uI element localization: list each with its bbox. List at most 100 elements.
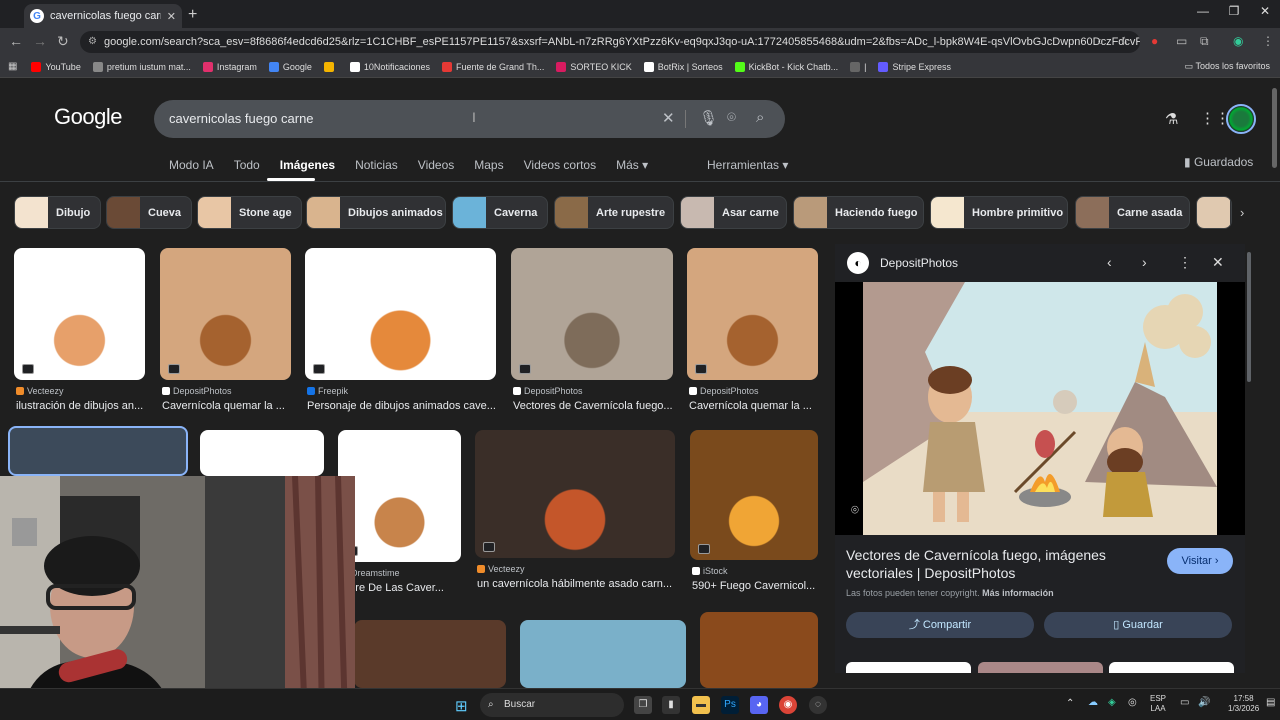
bookmark-item[interactable]: Fuente de Grand Th...: [441, 61, 544, 72]
clear-search-icon[interactable]: ✕: [662, 109, 675, 127]
result-thumbnail[interactable]: [690, 430, 818, 560]
tab-0[interactable]: Modo IA: [169, 158, 214, 172]
tab-2[interactable]: Imágenes: [280, 158, 335, 172]
result-caption[interactable]: Vectores de Cavernícola fuego...: [513, 400, 683, 412]
chip-1[interactable]: Cueva: [106, 196, 192, 229]
search-icon[interactable]: ⌕: [756, 109, 764, 126]
image-result[interactable]: DepositPhotos Cavernícola quemar la ...: [687, 248, 818, 420]
image-result[interactable]: [354, 620, 506, 688]
bookmark-item[interactable]: KickBot - Kick Chatb...: [734, 61, 838, 72]
image-result[interactable]: Vecteezy un cavernícola hábilmente asado …: [475, 430, 675, 598]
chip-4[interactable]: Caverna: [452, 196, 548, 229]
tab-3[interactable]: Noticias: [355, 158, 398, 172]
panel-title[interactable]: Vectores de Cavernícola fuego, imágenes …: [846, 546, 1146, 582]
preview-image[interactable]: [835, 282, 1245, 535]
result-caption[interactable]: Personaje de dibujos animados cave...: [307, 400, 506, 412]
menu-icon[interactable]: ⋮: [1262, 34, 1274, 48]
extension-icon[interactable]: ▭: [1176, 34, 1187, 48]
all-bookmarks[interactable]: ▭ Todos los favoritos: [1185, 61, 1270, 72]
result-source[interactable]: DepositPhotos: [513, 386, 583, 396]
chip-0[interactable]: Dibujo: [14, 196, 101, 229]
lens-search-icon[interactable]: ⌾: [851, 502, 869, 520]
app-icon[interactable]: ◌: [809, 696, 827, 714]
forward-icon[interactable]: →: [33, 33, 47, 49]
saved-button[interactable]: ▮ Guardados: [1184, 155, 1253, 169]
extension-icon[interactable]: ●: [1151, 34, 1158, 48]
lens-camera-icon[interactable]: ⌾: [727, 109, 736, 126]
task-view-icon[interactable]: ❐: [634, 696, 652, 714]
save-button[interactable]: ▯ Guardar: [1044, 612, 1232, 638]
bookmark-item[interactable]: |: [850, 61, 866, 72]
tab-1[interactable]: Todo: [234, 158, 260, 172]
windows-start-icon[interactable]: ⊞: [455, 697, 468, 715]
chevron-up-icon[interactable]: ⌃: [1066, 698, 1074, 709]
image-result[interactable]: [8, 426, 188, 476]
image-result[interactable]: [200, 430, 324, 476]
tray-icon[interactable]: ☁: [1088, 697, 1098, 708]
account-avatar[interactable]: [1226, 104, 1256, 134]
minimize-icon[interactable]: —: [1188, 4, 1218, 18]
system-clock[interactable]: 17:58 1/3/2026: [1228, 694, 1259, 714]
bookmark-item[interactable]: Instagram: [202, 61, 257, 72]
chrome-icon[interactable]: ◉: [779, 696, 797, 714]
apps-grid-icon[interactable]: ▦: [8, 61, 17, 72]
address-bar[interactable]: ⚙ google.com/search?sca_esv=8f8686f4edcd…: [80, 31, 1140, 53]
chip-overflow[interactable]: [1196, 196, 1232, 229]
result-thumbnail[interactable]: [305, 248, 496, 380]
related-image-thumb[interactable]: [846, 662, 971, 673]
bookmark-item[interactable]: [323, 61, 338, 72]
file-explorer-icon[interactable]: ▬: [692, 696, 710, 714]
volume-icon[interactable]: 🔊: [1198, 697, 1210, 708]
taskbar-search[interactable]: ⌕ Buscar: [480, 693, 624, 717]
app-icon[interactable]: ▮: [662, 696, 680, 714]
image-result[interactable]: Vecteezy ilustración de dibujos an...: [14, 248, 145, 420]
result-caption[interactable]: mbre De Las Caver...: [340, 582, 471, 594]
chip-2[interactable]: Stone age: [197, 196, 302, 229]
result-source[interactable]: DepositPhotos: [689, 386, 759, 396]
chip-8[interactable]: Hombre primitivo: [930, 196, 1068, 229]
bookmark-item[interactable]: Stripe Express: [878, 61, 951, 72]
extensions-puzzle-icon[interactable]: ⧉: [1200, 34, 1209, 49]
search-input[interactable]: cavernicolas fuego carne Ι ✕ 🎙 ⌾ ⌕: [154, 100, 785, 138]
bookmark-item[interactable]: 10Notificaciones: [349, 61, 430, 72]
result-source[interactable]: iStock: [692, 566, 728, 576]
related-image-thumb[interactable]: [978, 662, 1103, 673]
panel-scrollbar[interactable]: [1247, 252, 1251, 382]
page-scrollbar[interactable]: [1272, 88, 1277, 168]
image-result[interactable]: DepositPhotos Vectores de Cavernícola fue…: [511, 248, 673, 420]
chip-3[interactable]: Dibujos animados: [306, 196, 446, 229]
result-thumbnail[interactable]: [160, 248, 291, 380]
chevron-right-icon[interactable]: ›: [1240, 205, 1244, 220]
notifications-icon[interactable]: ▤: [1266, 697, 1275, 708]
tab-4[interactable]: Videos: [418, 158, 454, 172]
more-info-link[interactable]: Más información: [982, 588, 1054, 598]
result-caption[interactable]: ilustración de dibujos an...: [16, 400, 155, 412]
result-source[interactable]: DepositPhotos: [162, 386, 232, 396]
google-logo[interactable]: Google: [54, 104, 122, 130]
result-thumbnail[interactable]: [475, 430, 675, 558]
close-panel-icon[interactable]: ✕: [1212, 254, 1224, 271]
chevron-right-icon[interactable]: ›: [1142, 254, 1147, 270]
chip-5[interactable]: Arte rupestre: [554, 196, 674, 229]
chip-7[interactable]: Haciendo fuego: [793, 196, 924, 229]
tray-icon[interactable]: ◈: [1108, 697, 1116, 708]
result-thumbnail[interactable]: [14, 248, 145, 380]
tab-7[interactable]: Más ▾: [616, 158, 648, 172]
close-window-icon[interactable]: ✕: [1250, 4, 1280, 18]
new-tab-icon[interactable]: +: [188, 6, 197, 24]
image-result[interactable]: Freepik Personaje de dibujos animados cav…: [305, 248, 496, 420]
close-tab-icon[interactable]: ✕: [167, 10, 176, 23]
restore-icon[interactable]: ❐: [1219, 4, 1249, 18]
image-result[interactable]: Dreamstime mbre De Las Caver...: [338, 430, 461, 602]
result-source[interactable]: Freepik: [307, 386, 348, 396]
chip-9[interactable]: Carne asada: [1075, 196, 1190, 229]
photoshop-icon[interactable]: Ps: [721, 696, 739, 714]
result-caption[interactable]: Cavernícola quemar la ...: [689, 400, 828, 412]
image-result[interactable]: [520, 620, 686, 688]
result-caption[interactable]: Cavernícola quemar la ...: [162, 400, 301, 412]
result-caption[interactable]: un cavernícola hábilmente asado carn...: [477, 578, 685, 590]
visit-button[interactable]: Visitar ›: [1167, 548, 1233, 574]
microphone-icon[interactable]: 🎙: [699, 109, 718, 127]
back-icon[interactable]: ←: [9, 33, 23, 49]
zoom-icon[interactable]: ⌕: [1097, 34, 1104, 49]
